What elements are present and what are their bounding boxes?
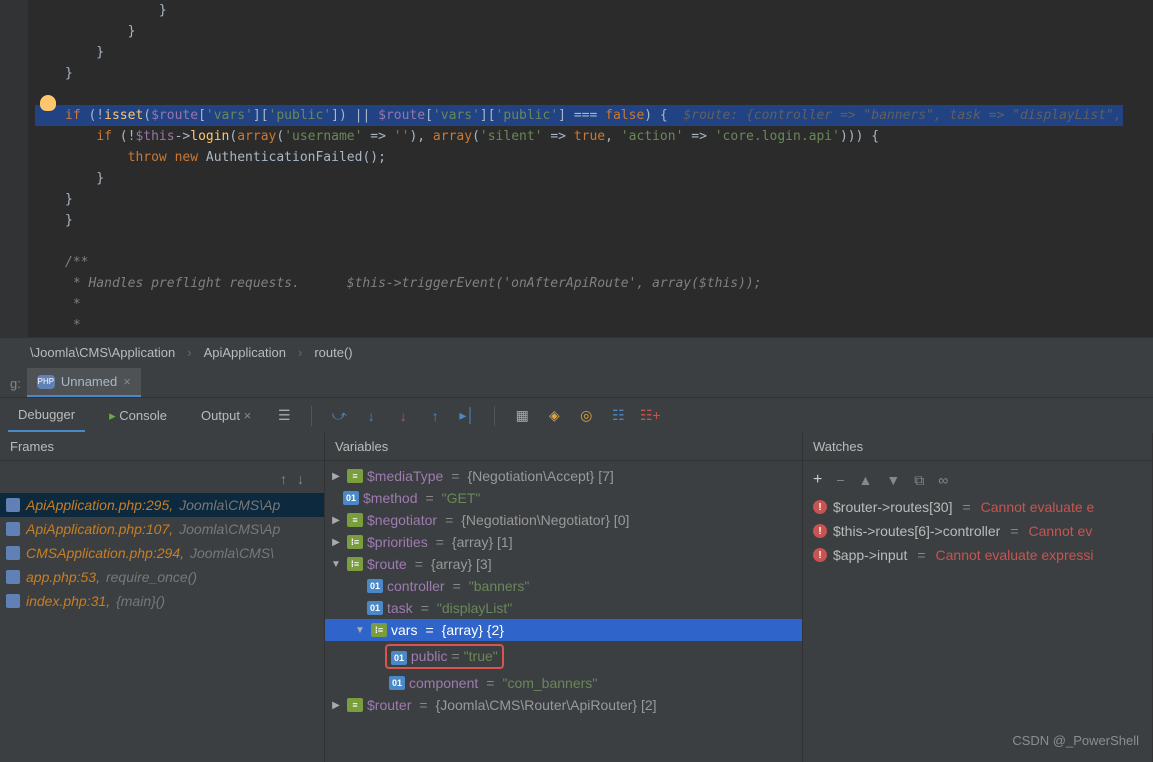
- frames-panel: Frames ↑ ↓ ApiApplication.php:295, Jooml…: [0, 433, 325, 762]
- php-file-icon: [6, 570, 20, 584]
- run-to-cursor-icon[interactable]: ▸│: [458, 407, 476, 425]
- type-badge-icon: 01: [367, 601, 383, 615]
- variable-row-selected[interactable]: ▼ ⁞≡ vars={array} {2}: [325, 619, 802, 641]
- run-config-tab[interactable]: PHP Unnamed ×: [27, 368, 141, 397]
- debug-toolbar: Debugger ▸ Console Output × ☰ ⤻ ↓ ↓ ↑ ▸│…: [0, 397, 1153, 433]
- intention-bulb-icon[interactable]: [40, 95, 56, 111]
- variable-row[interactable]: ▼ ⁞≡ $route={array} [3]: [325, 553, 802, 575]
- variable-row[interactable]: 01 $method="GET": [325, 487, 802, 509]
- collapse-arrow-icon[interactable]: ▼: [329, 559, 343, 570]
- type-badge-icon: ≡: [347, 469, 363, 483]
- list-icon[interactable]: ☷: [609, 407, 627, 425]
- type-badge-icon: ⁞≡: [347, 535, 363, 549]
- error-icon: !: [813, 500, 827, 514]
- breadcrumb-path[interactable]: \Joomla\CMS\Application: [30, 345, 175, 360]
- move-up-icon[interactable]: ▲: [859, 472, 873, 488]
- evaluate-expression-icon[interactable]: ▦: [513, 407, 531, 425]
- frame-row[interactable]: ApiApplication.php:295, Joomla\CMS\Ap: [0, 493, 324, 517]
- add-watch-icon[interactable]: ☷+: [641, 407, 659, 425]
- variables-header: Variables: [325, 433, 802, 461]
- breadcrumb-method[interactable]: route(): [314, 345, 352, 360]
- type-badge-icon: ≡: [347, 513, 363, 527]
- debug-panels: Frames ↑ ↓ ApiApplication.php:295, Jooml…: [0, 433, 1153, 762]
- source-code[interactable]: } } } } if (!isset($route['vars']['publi…: [0, 0, 1153, 337]
- run-config-label: Unnamed: [61, 374, 117, 389]
- variable-row[interactable]: ▶ ⁞≡ $priorities={array} [1]: [325, 531, 802, 553]
- expand-arrow-icon[interactable]: ▶: [329, 515, 343, 526]
- frame-row[interactable]: CMSApplication.php:294, Joomla\CMS\: [0, 541, 324, 565]
- frame-row[interactable]: app.php:53, require_once(): [0, 565, 324, 589]
- tab-console-label: Console: [119, 408, 167, 423]
- copy-icon[interactable]: ⧉: [914, 472, 924, 489]
- watch-row[interactable]: ! $app->input=Cannot evaluate expressi: [803, 543, 1152, 567]
- close-icon[interactable]: ×: [123, 374, 131, 389]
- type-badge-icon: 01: [389, 676, 405, 690]
- watch-row[interactable]: ! $this->routes[6]->controller=Cannot ev: [803, 519, 1152, 543]
- step-into-icon[interactable]: ↓: [362, 407, 380, 425]
- watches-header: Watches: [803, 433, 1152, 461]
- type-badge-icon: 01: [391, 651, 407, 665]
- collapse-arrow-icon[interactable]: ▼: [353, 625, 367, 636]
- frame-row[interactable]: ApiApplication.php:107, Joomla\CMS\Ap: [0, 517, 324, 541]
- layout-settings-icon[interactable]: ☰: [275, 407, 293, 425]
- breadcrumb-class[interactable]: ApiApplication: [204, 345, 286, 360]
- breadcrumb[interactable]: \Joomla\CMS\Application › ApiApplication…: [0, 337, 1153, 367]
- tab-console[interactable]: ▸ Console: [99, 400, 177, 432]
- expand-arrow-icon[interactable]: ▶: [329, 537, 343, 548]
- editor-pane[interactable]: } } } } if (!isset($route['vars']['publi…: [0, 0, 1153, 337]
- type-badge-icon: ⁞≡: [347, 557, 363, 571]
- php-file-icon: [6, 594, 20, 608]
- chevron-right-icon: ›: [187, 345, 191, 360]
- variable-row-highlighted[interactable]: 01 public="true": [325, 641, 802, 672]
- variable-row[interactable]: ▶ ≡ $mediaType={Negotiation\Accept} [7]: [325, 465, 802, 487]
- close-icon[interactable]: ×: [244, 408, 252, 423]
- watermark: CSDN @_PowerShell: [1012, 733, 1139, 748]
- expand-arrow-icon[interactable]: ▶: [329, 700, 343, 711]
- move-down-icon[interactable]: ▼: [886, 472, 900, 488]
- frames-header: Frames: [0, 433, 324, 461]
- variable-row[interactable]: ▶ ≡ $router={Joomla\CMS\Router\ApiRouter…: [325, 694, 802, 716]
- error-icon: !: [813, 548, 827, 562]
- variable-row[interactable]: 01 component="com_banners": [325, 672, 802, 694]
- step-over-icon[interactable]: ⤻: [330, 407, 348, 425]
- watches-panel: Watches + − ▲ ▼ ⧉ ∞ ! $router->routes[30…: [803, 433, 1153, 762]
- chevron-right-icon: ›: [298, 345, 302, 360]
- inlay-hint: $route: {controller => "banners", task =…: [668, 108, 1122, 123]
- php-file-icon: [6, 498, 20, 512]
- debug-run-toolbar: g: PHP Unnamed ×: [0, 367, 1153, 397]
- type-badge-icon: ⁞≡: [371, 623, 387, 637]
- tab-output-label: Output: [201, 408, 240, 423]
- trace-icon[interactable]: ◈: [545, 407, 563, 425]
- tab-debugger[interactable]: Debugger: [8, 399, 85, 432]
- target-icon[interactable]: ◎: [577, 407, 595, 425]
- remove-watch-icon[interactable]: −: [836, 472, 844, 488]
- prev-frame-icon[interactable]: ↑: [280, 471, 287, 487]
- php-icon: PHP: [37, 375, 55, 389]
- php-file-icon: [6, 546, 20, 560]
- force-step-into-icon[interactable]: ↓: [394, 407, 412, 425]
- variable-row[interactable]: 01 task="displayList": [325, 597, 802, 619]
- variables-panel: Variables ▶ ≡ $mediaType={Negotiation\Ac…: [325, 433, 803, 762]
- tab-output[interactable]: Output ×: [191, 400, 261, 431]
- run-prefix: g:: [4, 376, 27, 397]
- type-badge-icon: 01: [343, 491, 359, 505]
- type-badge-icon: ≡: [347, 698, 363, 712]
- next-frame-icon[interactable]: ↓: [297, 471, 304, 487]
- php-file-icon: [6, 522, 20, 536]
- variable-row[interactable]: ▶ ≡ $negotiator={Negotiation\Negotiator}…: [325, 509, 802, 531]
- variable-row[interactable]: 01 controller="banners": [325, 575, 802, 597]
- type-badge-icon: 01: [367, 579, 383, 593]
- error-icon: !: [813, 524, 827, 538]
- glasses-icon[interactable]: ∞: [938, 472, 948, 488]
- add-watch-icon[interactable]: +: [813, 471, 822, 489]
- gutter: [0, 0, 28, 337]
- frame-row[interactable]: index.php:31, {main}(): [0, 589, 324, 613]
- watch-row[interactable]: ! $router->routes[30]=Cannot evaluate e: [803, 495, 1152, 519]
- expand-arrow-icon[interactable]: ▶: [329, 471, 343, 482]
- step-out-icon[interactable]: ↑: [426, 407, 444, 425]
